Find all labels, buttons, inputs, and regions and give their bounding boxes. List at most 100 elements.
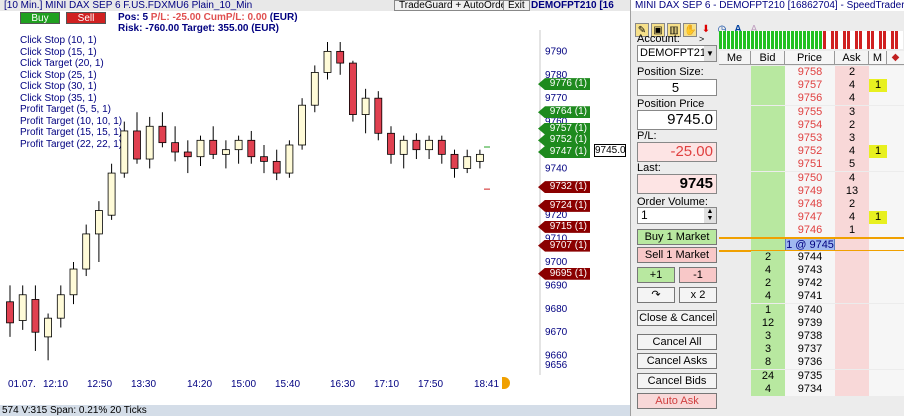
ladder-extra-cell[interactable] — [887, 105, 904, 119]
cancel-all-button[interactable]: Cancel All — [637, 334, 717, 350]
ladder-extra-cell[interactable] — [887, 92, 904, 106]
ladder-ask-cell[interactable] — [835, 277, 869, 291]
account-chevron-icon[interactable]: > — [699, 34, 704, 44]
ladder-m-cell[interactable] — [869, 224, 887, 238]
ladder-price-cell[interactable]: 9758 — [785, 66, 835, 79]
ladder-m-cell[interactable] — [869, 316, 887, 330]
ladder-extra-cell[interactable] — [887, 369, 904, 383]
ladder-me-cell[interactable] — [719, 304, 751, 317]
ladder-price-cell[interactable]: 9744 — [785, 250, 835, 264]
ladder-me-cell[interactable] — [719, 132, 751, 145]
ladder-ask-cell[interactable]: 2 — [835, 66, 869, 79]
ladder-bid-cell[interactable]: 2 — [751, 277, 785, 291]
ladder-bid-cell[interactable] — [751, 224, 785, 238]
volume-stepper-icon[interactable]: ▲ ▼ — [704, 208, 716, 223]
ladder-price-cell[interactable]: 9738 — [785, 330, 835, 343]
ladder-m-cell[interactable] — [869, 290, 887, 304]
ladder-ask-cell[interactable]: 1 — [835, 224, 869, 238]
ladder-me-cell[interactable] — [719, 290, 751, 303]
ladder-extra-cell[interactable] — [887, 250, 904, 264]
stop-order-marker[interactable]: 9732 (1) — [538, 181, 590, 194]
ladder-price-cell[interactable]: 9753 — [785, 132, 835, 145]
ladder-price-cell[interactable]: 9750 — [785, 171, 835, 185]
target-order-marker[interactable]: 9757 (1) — [538, 122, 590, 135]
ladder-bid-cell[interactable]: 4 — [751, 290, 785, 304]
ladder-extra-cell[interactable] — [887, 277, 904, 291]
ladder-price-cell[interactable]: 9737 — [785, 343, 835, 357]
ladder-me-cell[interactable] — [719, 198, 751, 211]
col-price[interactable]: Price — [785, 51, 835, 64]
dropdown-arrow-icon[interactable]: ▼ — [704, 46, 716, 61]
ladder-ask-cell[interactable] — [835, 330, 869, 343]
ladder-row[interactable]: 4 9741 — [719, 290, 904, 304]
ladder-extra-cell[interactable] — [887, 145, 904, 159]
ladder-extra-cell[interactable] — [887, 198, 904, 211]
ladder-extra-cell[interactable] — [887, 343, 904, 357]
ladder-row[interactable]: 3 9738 — [719, 330, 904, 343]
ladder-me-cell[interactable] — [719, 264, 751, 277]
ladder-bid-cell[interactable] — [751, 105, 785, 119]
col-ask[interactable]: Ask — [835, 51, 869, 64]
ladder-row[interactable]: 9746 1 — [719, 224, 904, 238]
ladder-extra-cell[interactable] — [887, 171, 904, 185]
ladder-bid-cell[interactable]: 1 — [751, 303, 785, 317]
ladder-ask-cell[interactable]: 3 — [835, 132, 869, 145]
ladder-extra-cell[interactable] — [887, 356, 904, 370]
ladder-m-cell[interactable]: 1 — [869, 211, 887, 225]
ladder-price-cell[interactable]: 9748 — [785, 198, 835, 211]
ladder-row[interactable]: 9749 13 — [719, 184, 904, 198]
ladder-me-cell[interactable] — [719, 343, 751, 356]
buy-market-button[interactable]: Buy 1 Market — [637, 229, 717, 245]
ladder-price-cell[interactable]: 9741 — [785, 290, 835, 304]
ladder-price-cell[interactable]: 9743 — [785, 264, 835, 277]
sell-market-button[interactable]: Sell 1 Market — [637, 247, 717, 263]
ladder-extra-cell[interactable] — [887, 303, 904, 317]
ladder-ask-cell[interactable]: 2 — [835, 118, 869, 132]
ladder-ask-cell[interactable]: 4 — [835, 92, 869, 106]
ladder-bid-cell[interactable]: 2 — [751, 250, 785, 264]
ladder-m-cell[interactable] — [869, 343, 887, 357]
ladder-ask-cell[interactable]: 2 — [835, 198, 869, 211]
ladder-me-cell[interactable] — [719, 66, 751, 79]
ladder-me-cell[interactable] — [719, 330, 751, 343]
ladder-m-cell[interactable] — [869, 250, 887, 264]
ladder-bid-cell[interactable] — [751, 66, 785, 79]
ladder-row[interactable]: 9758 2 — [719, 66, 904, 79]
ladder-m-cell[interactable]: 1 — [869, 79, 887, 93]
ladder-extra-cell[interactable] — [887, 330, 904, 343]
reverse-button[interactable]: ↷ — [637, 287, 675, 303]
ladder-ask-cell[interactable] — [835, 250, 869, 264]
ladder-extra-cell[interactable] — [887, 316, 904, 330]
ladder-extra-cell[interactable] — [887, 132, 904, 145]
ladder-bid-cell[interactable] — [751, 79, 785, 93]
ladder-ask-cell[interactable] — [835, 369, 869, 383]
ladder-bid-cell[interactable]: 8 — [751, 356, 785, 370]
ladder-row[interactable]: 2 9742 — [719, 277, 904, 291]
ladder-row[interactable]: 9753 3 — [719, 132, 904, 145]
ladder-row[interactable]: 8 9736 — [719, 356, 904, 370]
ladder-m-cell[interactable] — [869, 158, 887, 172]
ladder-price-cell[interactable]: 9749 — [785, 184, 835, 198]
ladder-m-cell[interactable] — [869, 105, 887, 119]
ladder-me-cell[interactable] — [719, 158, 751, 171]
ladder-extra-cell[interactable] — [887, 290, 904, 304]
tool-hand-icon[interactable]: ✋ — [683, 23, 697, 37]
ladder-ask-cell[interactable]: 4 — [835, 211, 869, 225]
ladder-price-cell[interactable]: 9757 — [785, 79, 835, 93]
target-order-marker[interactable]: 9776 (1) — [538, 78, 590, 91]
stop-order-marker[interactable]: 9707 (1) — [538, 239, 590, 252]
ladder-me-cell[interactable] — [719, 277, 751, 290]
ladder-bid-cell[interactable]: 4 — [751, 382, 785, 396]
ladder-me-cell[interactable] — [719, 317, 751, 330]
ladder-bid-cell[interactable] — [751, 92, 785, 106]
ladder-ask-cell[interactable]: 4 — [835, 171, 869, 185]
ladder-row[interactable]: 9752 4 1 — [719, 145, 904, 159]
ladder-row[interactable]: 12 9739 — [719, 316, 904, 330]
ladder-me-cell[interactable] — [719, 119, 751, 132]
cancel-bids-button[interactable]: Cancel Bids — [637, 373, 717, 389]
ladder-row[interactable]: 9748 2 — [719, 198, 904, 211]
ladder-bid-cell[interactable] — [751, 158, 785, 172]
ladder-row[interactable]: 4 9734 — [719, 382, 904, 396]
ladder-bid-cell[interactable]: 4 — [751, 264, 785, 277]
ladder-ask-cell[interactable]: 4 — [835, 145, 869, 159]
